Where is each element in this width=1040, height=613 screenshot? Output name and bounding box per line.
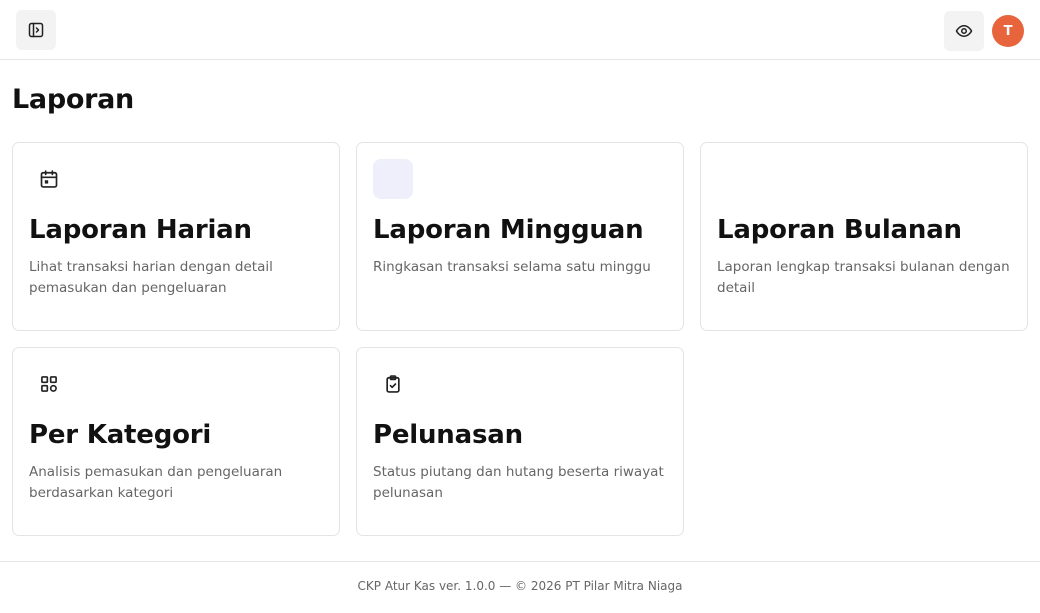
page-title: Laporan [12, 84, 134, 115]
sidebar-toggle-button[interactable] [16, 10, 56, 50]
eye-icon [955, 25, 973, 37]
placeholder-icon [373, 159, 413, 199]
footer: CKP Atur Kas ver. 1.0.0 — © 2026 PT Pila… [0, 561, 1040, 613]
card-title: Laporan Harian [29, 215, 252, 245]
card-title: Laporan Bulanan [717, 215, 962, 245]
card-description: Laporan lengkap transaksi bulanan dengan… [717, 259, 1010, 296]
sidebar-panel-icon [28, 22, 44, 38]
card-description: Ringkasan transaksi selama satu minggu [373, 259, 651, 275]
card-title: Laporan Mingguan [373, 215, 644, 245]
card-laporan-harian[interactable]: Laporan Harian Lihat transaksi harian de… [12, 142, 340, 331]
calendar-icon [29, 159, 69, 199]
card-laporan-bulanan[interactable]: Laporan Bulanan Laporan lengkap transaks… [700, 142, 1028, 331]
clipboard-check-icon [373, 364, 413, 404]
card-title: Pelunasan [373, 420, 523, 450]
top-bar: T [0, 0, 1040, 60]
avatar[interactable]: T [992, 15, 1024, 47]
card-description: Analisis pemasukan dan pengeluaran berda… [29, 464, 283, 501]
visibility-toggle-button[interactable] [944, 11, 984, 51]
card-laporan-mingguan[interactable]: Laporan Mingguan Ringkasan transaksi sel… [356, 142, 684, 331]
card-description: Lihat transaksi harian dengan detail pem… [29, 259, 273, 296]
card-description: Status piutang dan hutang beserta riwaya… [373, 464, 664, 501]
card-pelunasan[interactable]: Pelunasan Status piutang dan hutang bese… [356, 347, 684, 536]
card-title: Per Kategori [29, 420, 212, 450]
card-per-kategori[interactable]: Per Kategori Analisis pemasukan dan peng… [12, 347, 340, 536]
footer-text: CKP Atur Kas ver. 1.0.0 — © 2026 PT Pila… [357, 579, 683, 593]
category-grid-icon [29, 364, 69, 404]
